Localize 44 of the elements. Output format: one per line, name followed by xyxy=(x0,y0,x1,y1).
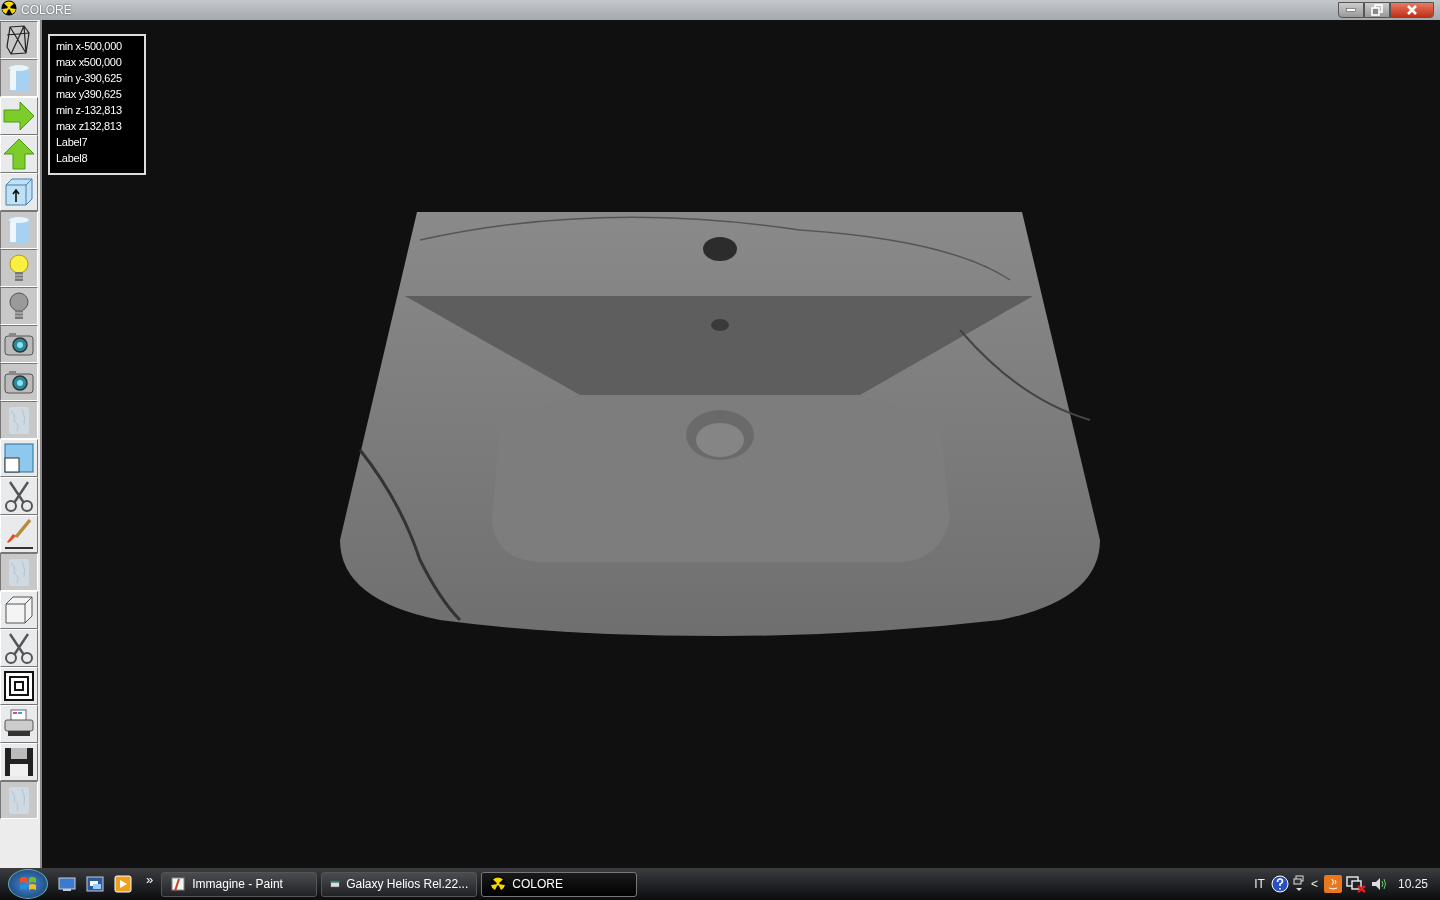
tool-button[interactable] xyxy=(0,363,38,401)
clock[interactable]: 10.25 xyxy=(1395,877,1430,891)
paint-brush-icon xyxy=(170,876,187,892)
tool-button[interactable] xyxy=(0,325,38,363)
taskbar-button[interactable]: Immagine - Paint xyxy=(161,871,318,897)
language-indicator[interactable]: IT xyxy=(1252,877,1267,891)
restore-button[interactable] xyxy=(1364,2,1390,18)
box-with-arrow-icon xyxy=(2,175,36,209)
minimize-icon xyxy=(1346,8,1356,12)
window-panels-icon xyxy=(2,441,36,475)
info-label: min y-390,625 xyxy=(56,71,123,86)
paintbrush-icon xyxy=(2,517,36,551)
info-label: max x500,000 xyxy=(56,55,123,70)
scissors-icon xyxy=(2,479,36,513)
network-disconnected-icon[interactable] xyxy=(1345,875,1366,893)
info-label: min x-500,000 xyxy=(56,39,123,54)
up-arrow-icon xyxy=(2,137,36,171)
start-button[interactable] xyxy=(8,869,48,899)
close-button[interactable] xyxy=(1390,2,1434,18)
tool-button[interactable] xyxy=(0,21,38,59)
window-title: COLORE xyxy=(21,3,72,17)
info-label: max y390,625 xyxy=(56,87,123,102)
info-label: Label7 xyxy=(56,135,89,150)
help-icon[interactable] xyxy=(1270,875,1289,893)
media-player-icon[interactable] xyxy=(114,875,132,893)
concentric-squares-icon xyxy=(2,669,36,703)
taskbar-button[interactable]: Galaxy Helios Rel.22... xyxy=(321,871,478,897)
more-button[interactable]: » xyxy=(142,871,158,897)
radiation-icon xyxy=(1,0,17,16)
restore-icon xyxy=(1370,3,1384,17)
close-icon xyxy=(1405,3,1419,17)
radiation-icon xyxy=(490,876,507,892)
show-hidden-icons-button[interactable]: < xyxy=(1308,877,1320,891)
switch-windows-icon[interactable] xyxy=(86,875,104,893)
windows-switch-icon[interactable] xyxy=(1292,875,1305,893)
scissors-icon xyxy=(2,631,36,665)
info-label: min z-132,813 xyxy=(56,103,123,118)
info-label: max z132,813 xyxy=(56,119,123,134)
taskbar-button[interactable]: COLORE xyxy=(481,871,638,897)
right-arrow-icon xyxy=(2,99,36,133)
minimize-button[interactable] xyxy=(1338,2,1364,18)
info-label: Label8 xyxy=(56,151,89,166)
cube-icon xyxy=(2,593,36,627)
desktop-icon[interactable] xyxy=(58,875,76,893)
